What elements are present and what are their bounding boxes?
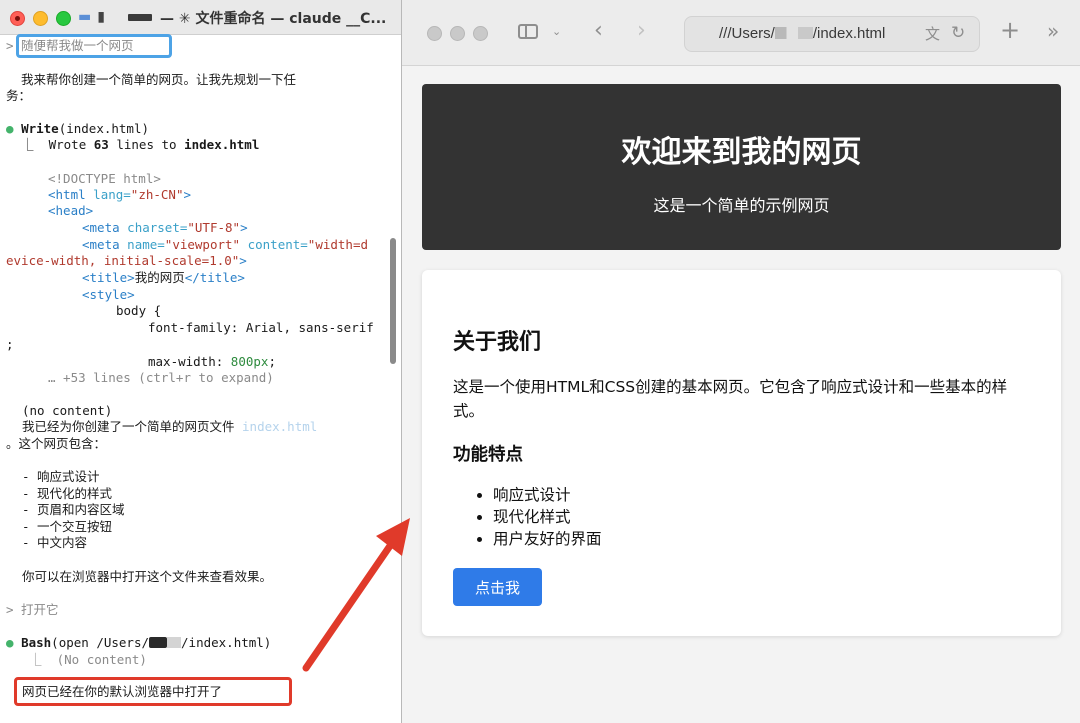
browser-minimize-button[interactable]: [450, 26, 465, 41]
back-icon[interactable]: ‹: [594, 20, 603, 42]
user-prompt-2: > 打开它: [6, 602, 59, 617]
feature-item-1: - 响应式设计: [22, 469, 100, 484]
summary-line2: 。这个网页包含：: [6, 436, 107, 451]
code-line-4: <meta charset="UTF-8">: [82, 220, 248, 235]
code-line-2: <html lang="zh-CN">: [48, 187, 192, 202]
assistant-intro-line2: 务：: [6, 88, 32, 103]
folder-icon: ▬: [78, 9, 92, 25]
code-line-12: max-width: 800px;: [148, 354, 276, 369]
redacted-username: [149, 637, 168, 648]
code-line-6: evice-width, initial-scale=1.0">: [6, 253, 247, 268]
code-line-7: <title>我的网页</title>: [82, 270, 245, 285]
no-content-line: (no content): [22, 403, 113, 418]
terminal-output[interactable]: > 随便帮我做一个网页 我来帮你创建一个简单的网页。让我先规划一下任 务： ● …: [0, 34, 396, 723]
about-paragraph: 这是一个使用HTML和CSS创建的基本网页。它包含了响应式设计和一些基本的样式。: [453, 378, 1008, 420]
user-prompt-1: > 随便帮我做一个网页: [6, 38, 134, 53]
page-header: 欢迎来到我的网页 这是一个简单的示例网页: [422, 84, 1061, 250]
document-icon: ▮: [97, 9, 105, 25]
content-card: 关于我们 这是一个使用HTML和CSS创建的基本网页。它包含了响应式设计和一些基…: [422, 270, 1061, 636]
terminal-title-icons: ▬ ▮: [78, 9, 111, 25]
feature-item-2: - 现代化的样式: [22, 486, 113, 501]
open-hint: 你可以在浏览器中打开这个文件来查看效果。: [22, 569, 273, 584]
redacted-path: [774, 27, 813, 39]
code-line-1: <!DOCTYPE html>: [48, 171, 161, 186]
click-me-button[interactable]: 点击我: [453, 568, 542, 606]
write-tool-call: ● Write(index.html): [6, 121, 150, 136]
translate-icon[interactable]: 文: [925, 24, 940, 44]
reload-icon[interactable]: ↻: [951, 23, 965, 43]
list-item: 现代化样式: [493, 506, 602, 528]
address-text: ///Users//index.html: [719, 25, 886, 42]
tool-bullet-icon: ●: [6, 121, 14, 136]
bash-tool-call: ● Bash(open /Users//index.html): [6, 635, 272, 650]
code-line-3: <head>: [48, 203, 94, 218]
code-line-10: font-family: Arial, sans-serif: [148, 320, 374, 335]
browser-window: ⌄ ‹ › ///Users//index.html 文 ↻ + » 欢迎来到我…: [402, 0, 1080, 723]
feature-item-5: - 中文内容: [22, 535, 88, 550]
zoom-button[interactable]: [56, 11, 71, 26]
close-button[interactable]: [10, 11, 25, 26]
browser-close-button[interactable]: [427, 26, 442, 41]
assistant-intro-line1: 我来帮你创建一个简单的网页。让我先规划一下任: [6, 72, 297, 87]
browser-toolbar: ⌄ ‹ › ///Users//index.html 文 ↻ + »: [402, 0, 1080, 66]
terminal-window: ▬ ▮ — ✳ 文件重命名 — claude __C... > 随便帮我做一个网页…: [0, 0, 402, 723]
summary-line1: 我已经为你创建了一个简单的网页文件 index.html: [22, 419, 318, 434]
feature-item-3: - 页眉和内容区域: [22, 502, 125, 517]
code-line-8: <style>: [82, 287, 135, 302]
browser-zoom-button[interactable]: [473, 26, 488, 41]
code-line-5: <meta name="viewport" content="width=d: [82, 237, 369, 252]
new-tab-icon[interactable]: +: [1000, 18, 1020, 42]
more-tabs-icon[interactable]: »: [1047, 21, 1059, 41]
minimize-button[interactable]: [33, 11, 48, 26]
forward-icon[interactable]: ›: [637, 20, 646, 42]
redacted-username-part: [167, 637, 182, 648]
address-bar[interactable]: ///Users//index.html 文 ↻: [684, 16, 980, 52]
sidebar-toggle-icon[interactable]: [518, 24, 538, 39]
terminal-scrollbar[interactable]: [390, 238, 396, 364]
list-item: 用户友好的界面: [493, 528, 602, 550]
redacted-title-part: [128, 14, 152, 21]
about-heading: 关于我们: [453, 330, 542, 355]
tool-bullet-icon: ●: [6, 635, 14, 650]
page-subtitle: 这是一个简单的示例网页: [653, 196, 830, 215]
terminal-titlebar: ▬ ▮ — ✳ 文件重命名 — claude __C...: [0, 0, 401, 35]
list-item: 响应式设计: [493, 484, 602, 506]
code-line-9: body {: [116, 303, 162, 318]
terminal-title: — ✳ 文件重命名 — claude __C...: [160, 11, 387, 27]
chevron-down-icon[interactable]: ⌄: [552, 22, 561, 42]
feature-item-4: - 一个交互按钮: [22, 519, 113, 534]
bash-tool-result: ⎿ (No content): [14, 652, 147, 667]
features-list: 响应式设计 现代化样式 用户友好的界面: [453, 484, 602, 550]
code-line-11: ;: [6, 337, 14, 352]
close-dot-icon: [15, 16, 20, 21]
page-title: 欢迎来到我的网页: [621, 135, 862, 170]
expand-hint[interactable]: … +53 lines (ctrl+r to expand): [48, 370, 274, 386]
final-message: 网页已经在你的默认浏览器中打开了: [22, 684, 223, 699]
write-tool-result: ⎿ Wrote 63 lines to index.html: [6, 137, 260, 152]
features-heading: 功能特点: [453, 445, 523, 465]
